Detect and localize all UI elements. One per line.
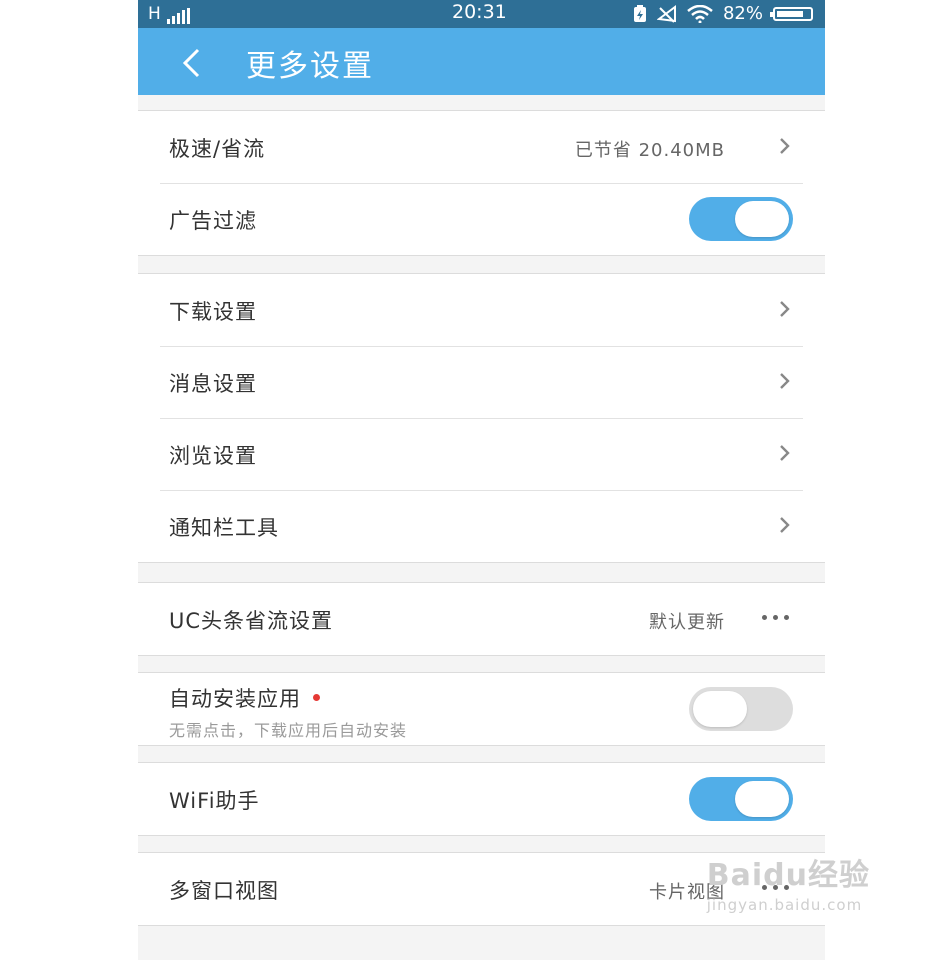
notification-tools-row[interactable]: 通知栏工具: [138, 490, 825, 562]
row-label: 广告过滤: [169, 209, 257, 233]
wifi-icon: [687, 4, 713, 23]
app-bar: 更多设置: [138, 28, 825, 95]
wifi-assistant-row: WiFi助手: [138, 763, 825, 835]
row-label: 下载设置: [169, 300, 257, 324]
row-label: 多窗口视图: [169, 879, 279, 903]
row-label: UC头条省流设置: [169, 609, 334, 633]
row-label: 消息设置: [169, 372, 257, 396]
page-title: 更多设置: [246, 49, 374, 84]
watermark-url: jingyan.baidu.com: [706, 896, 863, 914]
row-value: 已节省 20.40MB: [574, 140, 725, 161]
row-label: 自动安装应用: [169, 683, 320, 713]
message-settings-row[interactable]: 消息设置: [138, 346, 825, 418]
settings-section-general: 下载设置 消息设置 浏览设置 通知栏工具: [138, 273, 825, 563]
row-label: 极速/省流: [169, 137, 266, 161]
settings-section-headlines: UC头条省流设置 默认更新: [138, 582, 825, 656]
auto-install-toggle[interactable]: [689, 687, 793, 731]
network-type: H: [148, 4, 161, 24]
row-label: 通知栏工具: [169, 516, 279, 540]
row-value: 默认更新: [649, 612, 725, 633]
ad-filter-toggle[interactable]: [689, 197, 793, 241]
more-icon: [762, 615, 789, 620]
chevron-right-icon: [780, 517, 790, 533]
mute-icon: [656, 4, 676, 23]
chevron-right-icon: [780, 138, 790, 154]
download-settings-row[interactable]: 下载设置: [138, 274, 825, 346]
battery-percent: 82%: [722, 3, 763, 24]
row-subtext: 无需点击，下载应用后自动安装: [169, 721, 408, 740]
chevron-right-icon: [780, 373, 790, 389]
chevron-left-icon[interactable]: [176, 46, 210, 80]
status-left: H: [148, 4, 190, 24]
battery-saver-icon: [633, 4, 646, 22]
auto-install-label: 自动安装应用: [169, 687, 301, 711]
browse-settings-row[interactable]: 浏览设置: [138, 418, 825, 490]
signal-icon: [166, 8, 190, 24]
status-right: 82%: [633, 3, 813, 24]
status-time: 20:31: [452, 1, 507, 23]
wifi-assistant-toggle[interactable]: [689, 777, 793, 821]
new-badge-dot: [313, 693, 320, 701]
auto-install-row: 自动安装应用 无需点击，下载应用后自动安装: [138, 673, 825, 745]
row-label: 浏览设置: [169, 444, 257, 468]
status-bar: H 20:31 82%: [138, 0, 825, 28]
settings-section-autoinstall: 自动安装应用 无需点击，下载应用后自动安装: [138, 672, 825, 746]
settings-section-wifi: WiFi助手: [138, 762, 825, 836]
ad-filter-row: 广告过滤: [138, 183, 825, 255]
watermark-main: Baidu经验: [706, 858, 870, 893]
speed-saving-row[interactable]: 极速/省流 已节省 20.40MB: [138, 111, 825, 183]
settings-section-speed: 极速/省流 已节省 20.40MB 广告过滤: [138, 110, 825, 256]
chevron-right-icon: [780, 445, 790, 461]
phone-screen: H 20:31 82% 更多设置 极速/省流 已节省 20.40MB 广告过滤 …: [138, 0, 825, 960]
baidu-watermark: Baidu经验 jingyan.baidu.com: [707, 850, 870, 914]
uc-headlines-row[interactable]: UC头条省流设置 默认更新: [138, 583, 825, 655]
chevron-right-icon: [780, 301, 790, 317]
battery-icon: [770, 6, 813, 21]
row-label: WiFi助手: [169, 789, 260, 813]
